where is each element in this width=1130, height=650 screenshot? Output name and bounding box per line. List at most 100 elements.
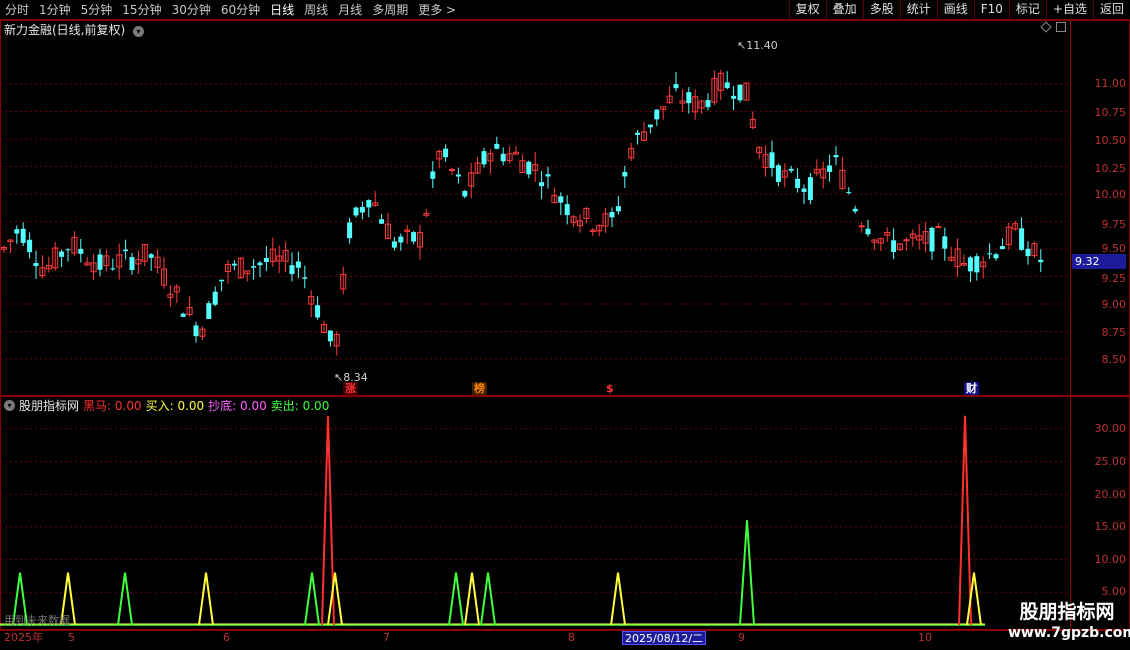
tab-60min[interactable]: 60分钟 bbox=[216, 0, 265, 20]
candlestick-chart[interactable] bbox=[0, 21, 1070, 396]
candle-body bbox=[775, 165, 781, 182]
future-data-note: 用到未来数据 bbox=[4, 614, 70, 627]
indicator-tick: 15.00 bbox=[1094, 520, 1127, 533]
date-tick: 6 bbox=[223, 631, 230, 644]
current-price-tag: 9.32 bbox=[1072, 254, 1126, 269]
tab-multi-period[interactable]: 多周期 bbox=[367, 0, 413, 20]
indicator-tick: 25.00 bbox=[1094, 455, 1127, 468]
candle-body bbox=[366, 200, 372, 208]
candle-body bbox=[391, 241, 397, 248]
x-axis-line bbox=[0, 630, 1130, 631]
candle-body bbox=[891, 240, 897, 253]
candle-body bbox=[807, 177, 813, 201]
candle-body bbox=[622, 171, 628, 177]
buy-spike bbox=[610, 572, 626, 626]
candle-body bbox=[987, 253, 993, 255]
draw-line-button[interactable]: 画线 bbox=[936, 0, 974, 20]
candle-body bbox=[942, 236, 948, 249]
candle-body bbox=[257, 262, 263, 266]
f10-button[interactable]: F10 bbox=[973, 0, 1009, 20]
candle-body bbox=[993, 254, 999, 259]
candle-body bbox=[833, 155, 839, 158]
buy-spike bbox=[327, 572, 343, 626]
candle-body bbox=[398, 236, 404, 243]
tab-monthly[interactable]: 月线 bbox=[333, 0, 367, 20]
candle-body bbox=[263, 257, 269, 262]
candle-body bbox=[1019, 228, 1025, 250]
candle-body bbox=[295, 261, 301, 268]
watermark: 股朋指标网 www.7gpzb.com bbox=[1008, 600, 1130, 642]
tab-15min[interactable]: 15分钟 bbox=[117, 0, 166, 20]
tab-5min[interactable]: 5分钟 bbox=[76, 0, 118, 20]
statistics-button[interactable]: 统计 bbox=[899, 0, 937, 20]
candle-body bbox=[737, 84, 743, 101]
price-tick: 10.75 bbox=[1094, 106, 1127, 119]
candle-body bbox=[411, 232, 417, 242]
add-watchlist-button[interactable]: +自选 bbox=[1045, 0, 1093, 20]
indicator-tick: 30.00 bbox=[1094, 422, 1127, 435]
candle-body bbox=[647, 124, 653, 128]
candle-body bbox=[609, 212, 615, 218]
sell-spike bbox=[304, 572, 320, 626]
price-tick: 8.75 bbox=[1101, 326, 1127, 339]
tab-1min[interactable]: 1分钟 bbox=[34, 0, 76, 20]
candle-body bbox=[795, 178, 801, 188]
candle-body bbox=[635, 132, 641, 135]
candle-body bbox=[724, 82, 730, 89]
watermark-url: www.7gpzb.com bbox=[1008, 625, 1130, 641]
candle-body bbox=[430, 171, 436, 179]
top-toolbar: 分时 1分钟 5分钟 15分钟 30分钟 60分钟 日线 周线 月线 多周期 更… bbox=[0, 0, 1130, 20]
indicator-chart[interactable] bbox=[0, 397, 1070, 630]
finance-marker[interactable]: 财 bbox=[964, 382, 979, 395]
limit-up-marker[interactable]: 涨 bbox=[343, 382, 358, 395]
candle-body bbox=[327, 330, 333, 342]
candle-body bbox=[129, 257, 135, 270]
candle-body bbox=[788, 168, 794, 171]
indicator-axis-divider bbox=[1070, 396, 1071, 630]
marker-text: 榜 bbox=[474, 382, 485, 395]
candle-body bbox=[615, 206, 621, 212]
tab-intraday[interactable]: 分时 bbox=[0, 0, 34, 20]
sell-spike bbox=[739, 520, 755, 626]
restore-rights-button[interactable]: 复权 bbox=[788, 0, 826, 20]
high-price-label: ↖11.40 bbox=[737, 39, 778, 52]
selected-date-tag: 2025/08/12/二 bbox=[622, 631, 707, 645]
candle-body bbox=[449, 168, 455, 171]
candle-body bbox=[705, 100, 711, 108]
candle-body bbox=[231, 263, 237, 266]
indicator-tick: 5.00 bbox=[1101, 585, 1127, 598]
candle-body bbox=[827, 165, 833, 172]
date-tick: 2025年 bbox=[4, 631, 43, 644]
multi-stock-button[interactable]: 多股 bbox=[862, 0, 900, 20]
candle-body bbox=[1038, 259, 1044, 263]
tab-daily[interactable]: 日线 bbox=[265, 0, 299, 20]
candle-body bbox=[865, 228, 871, 235]
price-axis-divider bbox=[1070, 20, 1071, 396]
candle-body bbox=[443, 148, 449, 158]
candle-body bbox=[526, 161, 532, 175]
candle-body bbox=[289, 265, 295, 275]
candle-body bbox=[858, 225, 865, 228]
date-tick: 8 bbox=[568, 631, 575, 644]
back-button[interactable]: 返回 bbox=[1092, 0, 1130, 20]
candle-body bbox=[852, 208, 858, 212]
date-tick: 7 bbox=[383, 631, 390, 644]
date-tick: 5 bbox=[68, 631, 75, 644]
candle-body bbox=[180, 313, 186, 317]
ranking-marker[interactable]: 榜 bbox=[472, 382, 487, 395]
candle-body bbox=[78, 248, 84, 254]
overlay-button[interactable]: 叠加 bbox=[825, 0, 863, 20]
mark-button[interactable]: 标记 bbox=[1008, 0, 1046, 20]
candle-body bbox=[359, 206, 365, 213]
action-buttons: 复权 叠加 多股 统计 画线 F10 标记 +自选 返回 bbox=[788, 0, 1130, 20]
high-price-value: 11.40 bbox=[746, 39, 778, 52]
candle-body bbox=[558, 196, 564, 203]
candle-body bbox=[315, 305, 321, 318]
tab-more[interactable]: 更多 > bbox=[413, 0, 461, 20]
candle-body bbox=[935, 226, 942, 229]
candle-body bbox=[27, 239, 33, 253]
tab-weekly[interactable]: 周线 bbox=[299, 0, 333, 20]
tab-30min[interactable]: 30分钟 bbox=[167, 0, 216, 20]
candle-body bbox=[929, 227, 935, 252]
dollar-marker[interactable]: $ bbox=[604, 382, 616, 395]
